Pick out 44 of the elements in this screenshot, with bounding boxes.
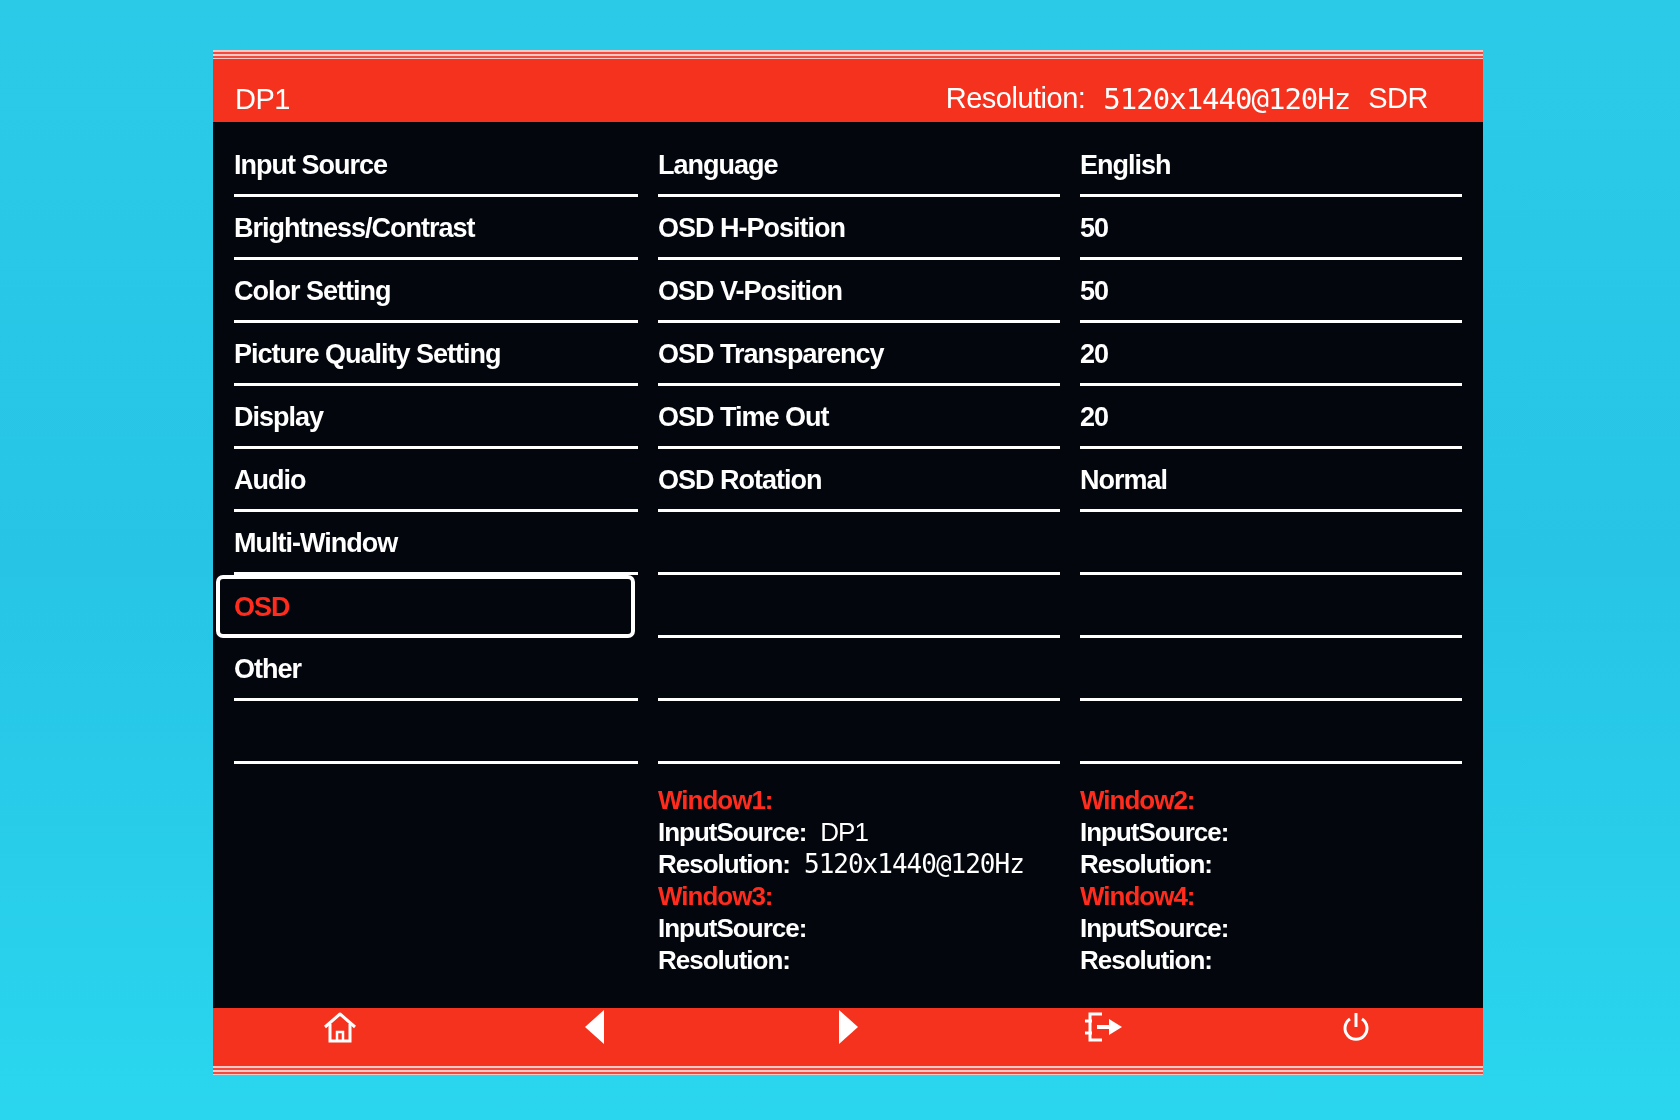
exit-icon[interactable] xyxy=(1082,1011,1122,1043)
window-title: Window3: xyxy=(658,880,773,912)
resolution-label: Resolution: xyxy=(945,82,1086,116)
setting-value: 20 xyxy=(1080,338,1109,370)
menu-item[interactable]: Audio xyxy=(234,449,638,512)
setting-label[interactable]: OSD V-Position xyxy=(658,275,843,307)
setting-value: 50 xyxy=(1080,212,1109,244)
menu-item[interactable]: Display xyxy=(234,386,638,449)
input-source-label: InputSource: xyxy=(658,816,807,848)
setting-value: Normal xyxy=(1080,464,1168,496)
left-triangle-icon[interactable] xyxy=(584,1010,604,1044)
menu-item[interactable]: OSD xyxy=(216,575,635,638)
input-source-label: DP1 xyxy=(235,83,290,116)
window-title: Window4: xyxy=(1080,880,1195,912)
power-icon[interactable] xyxy=(1341,1011,1371,1043)
home-icon[interactable] xyxy=(323,1011,357,1043)
setting-label[interactable]: OSD Time Out xyxy=(658,401,829,433)
setting-label[interactable]: OSD Transparency xyxy=(658,338,884,370)
menu-item[interactable]: Color Setting xyxy=(234,260,638,323)
right-triangle-icon[interactable] xyxy=(838,1010,858,1044)
resolution-label: Resolution: xyxy=(658,944,790,976)
setting-label[interactable]: OSD Rotation xyxy=(658,464,822,496)
resolution-value: 5120x1440@120Hz xyxy=(804,848,1024,880)
input-source-label: InputSource: xyxy=(658,912,807,944)
window-title: Window2: xyxy=(1080,784,1195,816)
input-source-label: InputSource: xyxy=(1080,816,1229,848)
menu-item[interactable]: Other xyxy=(234,638,638,701)
setting-label[interactable]: Language xyxy=(658,149,778,181)
resolution-label: Resolution: xyxy=(1080,848,1212,880)
menu-item[interactable]: Brightness/Contrast xyxy=(234,197,638,260)
window-title: Window1: xyxy=(658,784,773,816)
input-source-label: InputSource: xyxy=(1080,912,1229,944)
input-source-value: DP1 xyxy=(820,816,868,848)
setting-value: English xyxy=(1080,149,1171,181)
menu-item[interactable]: Picture Quality Setting xyxy=(234,323,638,386)
resolution-label: Resolution: xyxy=(1080,944,1212,976)
resolution-value: 5120x1440@120Hz xyxy=(1103,82,1351,116)
menu-item[interactable]: Input Source xyxy=(234,134,638,197)
resolution-label: Resolution: xyxy=(658,848,790,880)
setting-label[interactable]: OSD H-Position xyxy=(658,212,845,244)
menu-item[interactable]: Multi-Window xyxy=(234,512,638,575)
dynamic-range-label: SDR xyxy=(1368,82,1428,116)
setting-value: 50 xyxy=(1080,275,1109,307)
setting-value: 20 xyxy=(1080,401,1109,433)
